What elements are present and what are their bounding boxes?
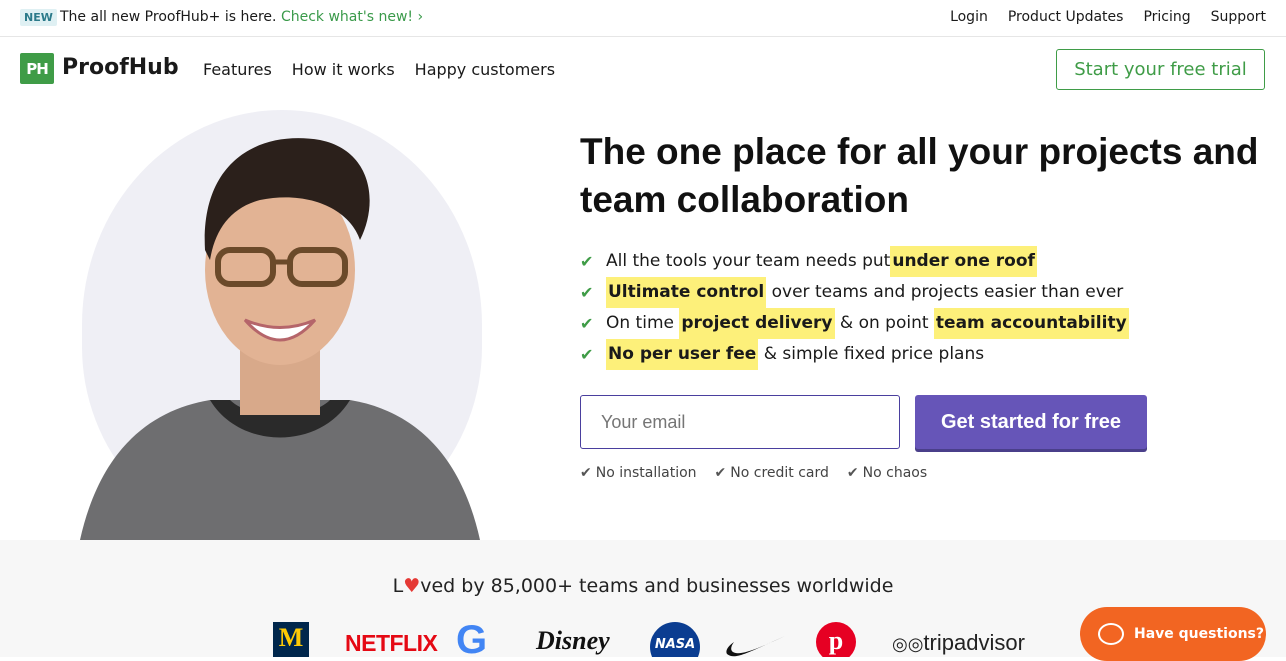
nasa-logo: NASA — [650, 622, 700, 657]
announcement-bar: NEW The all new ProofHub+ is here. Check… — [0, 0, 1286, 37]
check-icon: ✔ — [580, 465, 592, 481]
perk-item: ✔ No credit card — [715, 465, 829, 481]
check-icon: ✔ — [846, 465, 859, 481]
loved-suffix: ved by 85,000+ teams and businesses worl… — [420, 575, 894, 597]
bullet-highlight: team accountability — [933, 308, 1129, 339]
top-nav: Login Product Updates Pricing Support — [950, 9, 1266, 25]
perks-list: ✔ No installation ✔ No credit card ✔ No cha… — [580, 465, 927, 481]
loved-by-text: L♥ved by 85,000+ teams and businesses wo… — [0, 575, 1286, 597]
perk-label: No chaos — [862, 465, 928, 481]
product-updates-link[interactable]: Product Updates — [1008, 9, 1124, 25]
support-link[interactable]: Support — [1211, 9, 1266, 25]
chat-widget-button[interactable]: Have questions? — [1080, 607, 1266, 661]
nav-how-it-works[interactable]: How it works — [292, 60, 395, 79]
bullet-item: ✔ All the tools your team needs put unde… — [580, 246, 1129, 277]
bullet-highlight: under one roof — [890, 246, 1037, 277]
check-icon: ✔ — [580, 283, 594, 302]
loved-prefix: L — [392, 575, 404, 597]
hero-person-image — [80, 138, 480, 540]
michigan-logo: M — [273, 622, 309, 657]
login-link[interactable]: Login — [950, 9, 988, 25]
check-icon: ✔ — [580, 314, 594, 333]
nav-links: Features How it works Happy customers — [203, 60, 555, 79]
bullet-text: All the tools your team needs put — [606, 251, 891, 271]
check-icon: ✔ — [580, 345, 594, 364]
hero-headline: The one place for all your projects and … — [580, 131, 1259, 220]
netflix-logo: NETFLIX — [345, 630, 438, 656]
whats-new-link[interactable]: Check what's new! › — [281, 9, 423, 25]
bullet-item: ✔ On time project delivery & on point te… — [580, 308, 1129, 339]
bullet-text: & on point — [834, 313, 934, 333]
bullet-highlight: project delivery — [679, 308, 835, 339]
google-logo: G — [456, 622, 488, 657]
check-icon: ✔ — [714, 465, 727, 481]
announcement-text: The all new ProofHub+ is here. Check wha… — [60, 9, 423, 25]
perk-item: ✔ No chaos — [847, 465, 927, 481]
disney-logo: Disney — [536, 626, 610, 655]
tripadvisor-wordmark: tripadvisor — [923, 630, 1025, 655]
nike-swoosh-icon — [726, 636, 785, 657]
check-icon: ✔ — [580, 252, 594, 271]
chat-bubble-icon — [1098, 623, 1124, 645]
nav-happy-customers[interactable]: Happy customers — [415, 60, 555, 79]
proofhub-logo-icon[interactable]: PH — [20, 53, 54, 84]
bullet-text: over teams and projects easier than ever — [766, 282, 1124, 302]
main-nav: PH ProofHub Features How it works Happy … — [0, 38, 1286, 102]
get-started-button[interactable]: Get started for free — [915, 395, 1147, 449]
tripadvisor-owl-icon: ◎◎ — [892, 634, 924, 654]
bullet-text: & simple fixed price plans — [758, 344, 985, 364]
bullet-item: ✔ Ultimate control over teams and projec… — [580, 277, 1129, 308]
pricing-link[interactable]: Pricing — [1143, 9, 1190, 25]
email-input[interactable] — [580, 395, 900, 449]
perk-label: No credit card — [730, 465, 829, 481]
tripadvisor-logo: ◎◎tripadvisor — [892, 630, 1025, 656]
new-badge: NEW — [20, 9, 57, 26]
feature-bullets: ✔ All the tools your team needs put unde… — [580, 246, 1129, 370]
brand-name[interactable]: ProofHub — [62, 55, 179, 80]
perk-label: No installation — [595, 465, 697, 481]
customer-logo-row: M NETFLIX G Disney NASA p ◎◎tripadvisor — [270, 622, 1030, 657]
announcement-message: The all new ProofHub+ is here. — [60, 9, 277, 25]
bullet-highlight: Ultimate control — [606, 277, 767, 308]
bullet-highlight: No per user fee — [606, 339, 759, 370]
nav-features[interactable]: Features — [203, 60, 272, 79]
heart-icon: ♥ — [403, 575, 421, 597]
bullet-item: ✔ No per user fee & simple fixed price p… — [580, 339, 1129, 370]
perk-item: ✔ No installation — [580, 465, 697, 481]
start-free-trial-button[interactable]: Start your free trial — [1056, 49, 1265, 90]
chat-label: Have questions? — [1134, 626, 1265, 642]
bullet-text: On time — [606, 313, 680, 333]
pinterest-logo: p — [816, 622, 856, 657]
